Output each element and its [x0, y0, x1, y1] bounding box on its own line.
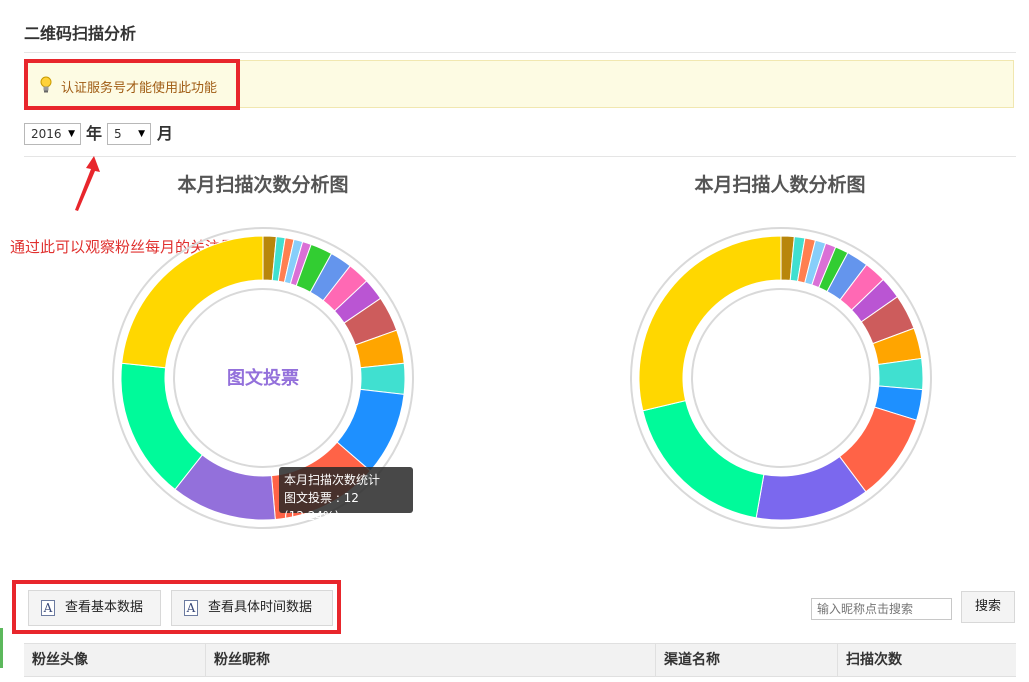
month-label: 月	[157, 124, 174, 143]
chevron-down-icon: ▼	[138, 129, 145, 139]
column-header-avatar[interactable]: 粉丝头像	[24, 644, 206, 676]
chart-title-scans: 本月扫描次数分析图	[177, 174, 349, 196]
filter-divider	[24, 156, 1016, 157]
year-label: 年	[86, 124, 103, 143]
chart-title-visitors: 本月扫描人数分析图	[694, 174, 866, 196]
annotation-arrow	[75, 156, 100, 211]
donut-center-label: 图文投票	[227, 367, 299, 389]
visitor-count-donut-chart	[630, 227, 932, 529]
chart-tooltip: 本月扫描次数统计 图文投票 : 12 (12.24%)	[279, 467, 413, 523]
donut-slice[interactable]	[121, 235, 264, 369]
month-select[interactable]: 5 ▼	[107, 123, 151, 145]
column-header-scan-count[interactable]: 扫描次数	[838, 644, 1016, 676]
highlight-box-notice	[24, 59, 240, 110]
title-divider	[24, 52, 1016, 53]
donut-slice[interactable]	[120, 362, 203, 491]
month-select-value: 5	[114, 127, 122, 141]
left-edge-strip	[0, 628, 3, 668]
tooltip-title: 本月扫描次数统计	[284, 473, 381, 487]
search-button[interactable]: 搜索	[961, 591, 1015, 623]
page-title: 二维码扫描分析	[24, 24, 137, 43]
donut-slice[interactable]	[877, 357, 924, 391]
chevron-down-icon: ▼	[68, 129, 75, 139]
search-input[interactable]	[811, 598, 952, 620]
table-header: 粉丝头像 粉丝昵称 渠道名称 扫描次数	[24, 643, 1016, 677]
tooltip-value: 图文投票 : 12 (12.24%)	[284, 491, 359, 523]
column-header-nickname[interactable]: 粉丝昵称	[206, 644, 656, 676]
year-select[interactable]: 2016 ▼	[24, 123, 81, 145]
column-header-channel[interactable]: 渠道名称	[656, 644, 838, 676]
highlight-box-actions	[12, 580, 341, 634]
year-select-value: 2016	[31, 127, 62, 141]
